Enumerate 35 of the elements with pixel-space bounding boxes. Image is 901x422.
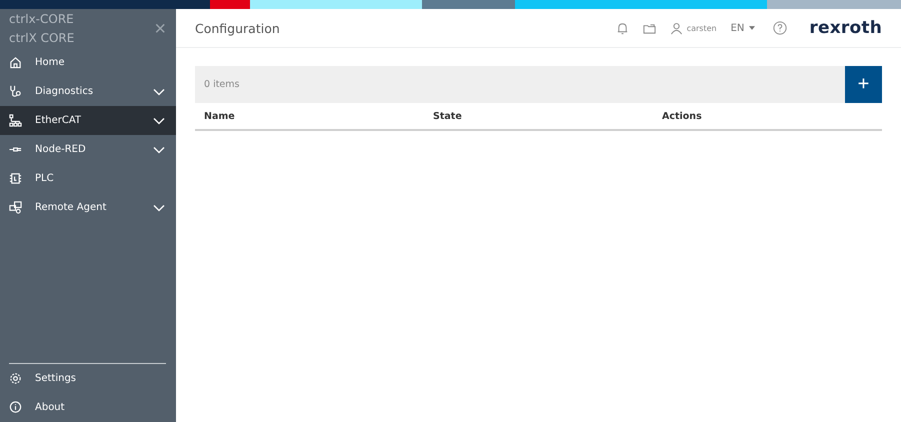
page-title: Configuration: [195, 20, 280, 36]
info-icon: [9, 401, 22, 414]
nav-item[interactable]: Settings: [0, 364, 176, 393]
column-header: Actions: [662, 110, 703, 122]
chevron-down-icon: [153, 116, 165, 124]
settings-icon: [9, 372, 22, 385]
chevron-down-icon: [153, 204, 165, 212]
language-dropdown[interactable]: EN: [730, 22, 756, 34]
nav-item[interactable]: Remote Agent: [0, 193, 176, 222]
caret-icon: [749, 26, 756, 30]
nav-item[interactable]: EtherCAT: [0, 106, 176, 135]
column-header: Name: [204, 110, 236, 122]
nav-item[interactable]: Home: [0, 48, 176, 77]
folder-icon[interactable]: [642, 22, 656, 34]
nav-item[interactable]: Diagnostics: [0, 77, 176, 106]
device-name: ctrlx-CORE: [9, 11, 74, 28]
stethoscope-icon: [9, 85, 22, 98]
user-icon: [670, 22, 683, 34]
nav-item[interactable]: PLC: [0, 164, 176, 193]
chevron-down-icon: [153, 146, 165, 154]
bell-icon[interactable]: [616, 22, 629, 34]
item-count: 0 items: [203, 79, 240, 90]
nav-item[interactable]: Node-RED: [0, 135, 176, 164]
logo: rexroth: [809, 18, 882, 38]
help-icon[interactable]: [773, 21, 788, 35]
column-header: State: [433, 110, 463, 122]
network-icon: [9, 114, 22, 127]
add-button[interactable]: +: [845, 66, 882, 103]
chip-icon: [9, 172, 22, 185]
home-icon: [9, 56, 22, 69]
user-menu[interactable]: carsten: [670, 22, 717, 34]
chevron-down-icon: [153, 88, 165, 96]
nav-item[interactable]: About: [0, 393, 176, 422]
device-type: ctrlX CORE: [9, 30, 74, 47]
remote-icon: [9, 201, 22, 214]
